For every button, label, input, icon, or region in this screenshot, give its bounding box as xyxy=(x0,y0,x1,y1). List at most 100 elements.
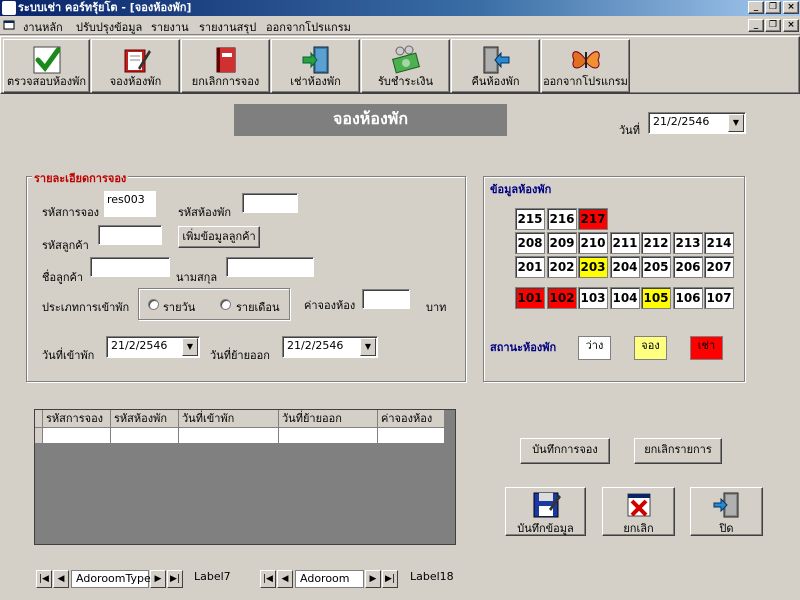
room-101[interactable]: 101 xyxy=(515,287,545,309)
room-203[interactable]: 203 xyxy=(578,256,608,278)
menu-main[interactable]: งานหลัก xyxy=(23,18,63,36)
close-button[interactable]: × xyxy=(783,1,799,14)
menu-update-data[interactable]: ปรับปรุงข้อมูล xyxy=(76,18,142,36)
room-106[interactable]: 106 xyxy=(673,287,703,309)
currency-label: บาท xyxy=(426,301,447,314)
first-record-icon[interactable]: |◀ xyxy=(260,570,276,588)
grid-cell[interactable] xyxy=(378,428,445,444)
grid-header-room-id[interactable]: รหัสห้องพัก xyxy=(111,410,179,428)
menu-summary-report[interactable]: รายงานสรุป xyxy=(199,18,256,36)
child-minimize-button[interactable]: _ xyxy=(748,19,764,32)
menu-report[interactable]: รายงาน xyxy=(151,18,189,36)
app-icon xyxy=(2,1,16,15)
cancel-x-icon xyxy=(624,491,654,519)
price-label: ค่าจองห้อง xyxy=(304,299,356,312)
window-title: ระบบเช่า คอร์ทรุ้ยโต - [จองห้องพัก] xyxy=(18,1,192,14)
room-id-field[interactable] xyxy=(242,193,298,213)
room-201[interactable]: 201 xyxy=(515,256,545,278)
reservation-details-title: รายละเอียดการจอง xyxy=(32,169,129,187)
last-name-field[interactable] xyxy=(226,257,314,277)
floppy-disk-icon xyxy=(531,491,561,519)
monthly-radio[interactable] xyxy=(220,299,231,310)
room-205[interactable]: 205 xyxy=(641,256,671,278)
cancel-button[interactable]: ยกเลิก xyxy=(602,487,675,536)
child-window-icon[interactable] xyxy=(3,19,15,31)
legend-rented: เช่า xyxy=(690,336,723,360)
grid-cell[interactable] xyxy=(43,428,111,444)
room-217[interactable]: 217 xyxy=(578,208,608,230)
room-107[interactable]: 107 xyxy=(704,287,734,309)
toolbar-check-rooms-button[interactable]: ตรวจสอบห้องพัก xyxy=(3,39,90,93)
room-213[interactable]: 213 xyxy=(673,232,703,254)
label18: Label18 xyxy=(410,570,454,583)
close-form-button[interactable]: ปิด xyxy=(690,487,763,536)
last-record-icon[interactable]: ▶| xyxy=(167,570,183,588)
previous-record-icon[interactable]: ◀ xyxy=(53,570,69,588)
grid-header-checkout[interactable]: วันที่ย้ายออก xyxy=(279,410,378,428)
first-record-icon[interactable]: |◀ xyxy=(36,570,52,588)
room-208[interactable]: 208 xyxy=(515,232,545,254)
reservation-id-field[interactable]: res003 xyxy=(104,191,156,217)
room-211[interactable]: 211 xyxy=(610,232,640,254)
previous-record-icon[interactable]: ◀ xyxy=(277,570,293,588)
navigator-caption: Adoroom xyxy=(295,570,364,588)
price-field[interactable] xyxy=(362,289,410,309)
grid-row-selector[interactable] xyxy=(35,428,43,444)
room-103[interactable]: 103 xyxy=(578,287,608,309)
room-209[interactable]: 209 xyxy=(547,232,577,254)
chevron-down-icon[interactable]: ▼ xyxy=(182,338,198,356)
daily-radio[interactable] xyxy=(148,299,159,310)
grid-cell[interactable] xyxy=(279,428,378,444)
grid-header-price[interactable]: ค่าจองห้อง xyxy=(378,410,445,428)
daily-radio-label: รายวัน xyxy=(163,301,196,314)
save-reservation-button[interactable]: บันทึกการจอง xyxy=(520,438,610,464)
date-combo[interactable]: 21/2/2546 ▼ xyxy=(648,112,746,134)
room-210[interactable]: 210 xyxy=(578,232,608,254)
grid-header-checkin[interactable]: วันที่เข้าพัก xyxy=(179,410,279,428)
room-104[interactable]: 104 xyxy=(610,287,640,309)
room-212[interactable]: 212 xyxy=(641,232,671,254)
child-restore-button[interactable]: ❐ xyxy=(765,19,781,32)
add-customer-button[interactable]: เพิ่มข้อมูลลูกค้า xyxy=(178,226,260,248)
minimize-button[interactable]: _ xyxy=(748,1,764,14)
toolbar: ตรวจสอบห้องพัก จองห้องพัก ยกเลิกการจอง เ… xyxy=(0,36,800,94)
checkin-combo[interactable]: 21/2/2546 ▼ xyxy=(106,336,200,358)
toolbar-exit-program-button[interactable]: ออกจากโปรแกรม xyxy=(541,39,630,93)
room-102[interactable]: 102 xyxy=(547,287,577,309)
restore-button[interactable]: ❐ xyxy=(765,1,781,14)
grid-cell[interactable] xyxy=(111,428,179,444)
last-record-icon[interactable]: ▶| xyxy=(382,570,398,588)
menu-exit[interactable]: ออกจากโปรแกรม xyxy=(266,18,351,36)
room-214[interactable]: 214 xyxy=(704,232,734,254)
child-close-button[interactable]: × xyxy=(783,19,799,32)
toolbar-reserve-room-button[interactable]: จองห้องพัก xyxy=(91,39,180,93)
toolbar-cancel-reservation-button[interactable]: ยกเลิกการจอง xyxy=(181,39,270,93)
chevron-down-icon[interactable]: ▼ xyxy=(728,114,744,132)
first-name-field[interactable] xyxy=(90,257,170,277)
room-215[interactable]: 215 xyxy=(515,208,545,230)
chevron-down-icon[interactable]: ▼ xyxy=(360,338,376,356)
toolbar-receive-payment-button[interactable]: รับชำระเงิน xyxy=(361,39,450,93)
room-204[interactable]: 204 xyxy=(610,256,640,278)
checkout-label: วันที่ย้ายออก xyxy=(210,349,270,362)
room-status-legend-title: สถานะห้องพัก xyxy=(490,341,557,354)
grid-header-reservation-id[interactable]: รหัสการจอง xyxy=(43,410,111,428)
toolbar-checkout-room-button[interactable]: คืนห้องพัก xyxy=(451,39,540,93)
customer-id-field[interactable] xyxy=(98,225,162,245)
room-206[interactable]: 206 xyxy=(673,256,703,278)
room-207[interactable]: 207 xyxy=(704,256,734,278)
room-105[interactable]: 105 xyxy=(641,287,671,309)
grid-cell[interactable] xyxy=(179,428,279,444)
reservation-grid[interactable]: รหัสการจอง รหัสห้องพัก วันที่เข้าพัก วัน… xyxy=(34,409,456,545)
next-record-icon[interactable]: ▶ xyxy=(365,570,381,588)
room-202[interactable]: 202 xyxy=(547,256,577,278)
checkin-label: วันที่เข้าพัก xyxy=(42,349,95,362)
room-216[interactable]: 216 xyxy=(547,208,577,230)
cancel-item-button[interactable]: ยกเลิกรายการ xyxy=(634,438,722,464)
save-data-button[interactable]: บันทึกข้อมูล xyxy=(505,487,586,536)
next-record-icon[interactable]: ▶ xyxy=(150,570,166,588)
toolbar-rent-room-button[interactable]: เช่าห้องพัก xyxy=(271,39,360,93)
room-id-label: รหัสห้องพัก xyxy=(178,206,232,219)
checkout-combo[interactable]: 21/2/2546 ▼ xyxy=(282,336,378,358)
adoroomtype-navigator: |◀ ◀ AdoroomType ▶ ▶| xyxy=(36,570,185,588)
